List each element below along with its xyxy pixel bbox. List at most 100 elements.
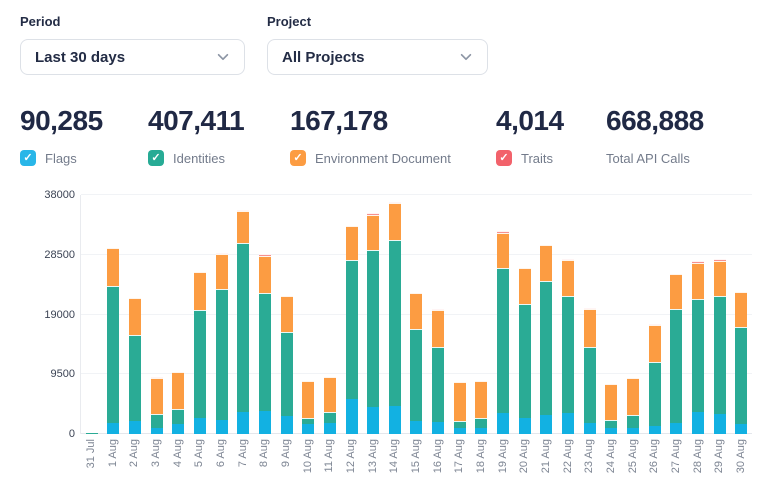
x-label-cell: 14 Aug (383, 434, 405, 480)
bar-slot (514, 195, 536, 434)
stat-label: Identities (173, 151, 225, 166)
period-select[interactable]: Last 30 days (20, 39, 245, 75)
x-label-cell: 17 Aug (449, 434, 471, 480)
stacked-bar[interactable] (454, 382, 466, 434)
bar-segment-environment-document (649, 325, 661, 363)
x-tick-label: 27 Aug (670, 439, 682, 473)
stacked-bar[interactable] (86, 433, 98, 434)
stacked-bar[interactable] (475, 381, 487, 434)
bar-segment-identities (259, 293, 271, 411)
series-checkbox[interactable]: ✓ (496, 150, 512, 166)
bar-segment-environment-document (216, 254, 228, 289)
bar-segment-flags (714, 414, 726, 434)
stacked-bar[interactable] (627, 378, 639, 434)
stacked-bar[interactable] (281, 296, 293, 434)
bar-segment-identities (389, 240, 401, 407)
bar-segment-flags (519, 418, 531, 434)
bar-slot (211, 195, 233, 434)
x-tick-label: 3 Aug (150, 439, 162, 467)
usage-dashboard: Period Last 30 days Project All Projects… (0, 0, 780, 480)
bar-segment-identities (410, 329, 422, 421)
stacked-bar[interactable] (346, 226, 358, 434)
stacked-bar[interactable] (605, 384, 617, 434)
x-label-cell: 7 Aug (232, 434, 254, 480)
stacked-bar[interactable] (367, 213, 379, 434)
stat-card: 167,178✓Environment Document (290, 105, 496, 167)
stacked-bar[interactable] (151, 377, 163, 434)
bar-segment-environment-document (302, 381, 314, 418)
stacked-bar[interactable] (302, 381, 314, 434)
stacked-bar[interactable] (497, 231, 509, 434)
stacked-bar[interactable] (432, 309, 444, 434)
bar-segment-environment-document (584, 309, 596, 347)
x-tick-label: 14 Aug (388, 439, 400, 473)
x-tick-label: 22 Aug (562, 439, 574, 473)
stacked-bar[interactable] (649, 324, 661, 434)
x-tick-label: 29 Aug (713, 439, 725, 473)
x-tick-label: 5 Aug (193, 439, 205, 467)
bar-slot (427, 195, 449, 434)
check-icon: ✓ (23, 153, 32, 164)
x-label-cell: 10 Aug (297, 434, 319, 480)
stats-row: 90,285✓Flags407,411✓Identities167,178✓En… (20, 105, 780, 167)
bar-segment-flags (107, 423, 119, 434)
x-tick-label: 10 Aug (302, 439, 314, 473)
bar-segment-flags (627, 428, 639, 434)
x-label-cell: 5 Aug (188, 434, 210, 480)
stacked-bar[interactable] (107, 248, 119, 434)
project-select[interactable]: All Projects (267, 39, 488, 75)
stacked-bar[interactable] (216, 253, 228, 434)
series-checkbox[interactable]: ✓ (20, 150, 36, 166)
bar-segment-environment-document (454, 382, 466, 420)
stacked-bar[interactable] (540, 245, 552, 434)
bar-segment-flags (432, 422, 444, 434)
period-filter: Period Last 30 days (20, 14, 245, 75)
bar-segment-environment-document (714, 261, 726, 296)
stacked-bar[interactable] (584, 308, 596, 434)
bar-segment-environment-document (237, 211, 249, 243)
x-label-cell: 11 Aug (318, 434, 340, 480)
period-select-value: Last 30 days (35, 49, 125, 66)
stacked-bar[interactable] (237, 210, 249, 434)
bar-segment-identities (584, 347, 596, 423)
bar-slot (579, 195, 601, 434)
stacked-bar[interactable] (389, 202, 401, 434)
bar-slot (536, 195, 558, 434)
x-label-cell: 4 Aug (167, 434, 189, 480)
stat-label: Environment Document (315, 151, 451, 166)
bar-segment-identities (562, 296, 574, 413)
series-checkbox[interactable]: ✓ (290, 150, 306, 166)
bar-segment-identities (540, 281, 552, 416)
bar-segment-flags (129, 421, 141, 434)
x-label-cell: 20 Aug (514, 434, 536, 480)
stacked-bar[interactable] (259, 254, 271, 434)
x-tick-label: 26 Aug (648, 439, 660, 473)
bar-slot (406, 195, 428, 434)
bar-segment-identities (172, 409, 184, 424)
bar-segment-environment-document (562, 260, 574, 296)
x-label-cell: 15 Aug (405, 434, 427, 480)
stacked-bar[interactable] (714, 259, 726, 434)
stacked-bar[interactable] (194, 272, 206, 434)
stacked-bar[interactable] (129, 298, 141, 434)
stacked-bar[interactable] (410, 293, 422, 434)
bar-segment-flags (237, 412, 249, 434)
stacked-bar[interactable] (670, 274, 682, 434)
stacked-bar[interactable] (324, 377, 336, 434)
project-filter: Project All Projects (267, 14, 488, 75)
stacked-bar[interactable] (735, 292, 747, 434)
bar-segment-environment-document (107, 248, 119, 285)
series-checkbox[interactable]: ✓ (148, 150, 164, 166)
x-label-cell: 19 Aug (492, 434, 514, 480)
stacked-bar[interactable] (562, 259, 574, 434)
bar-slot (687, 195, 709, 434)
stat-legend: ✓Flags (20, 149, 148, 167)
bar-slot (189, 195, 211, 434)
bar-segment-identities (432, 347, 444, 422)
bar-slot (730, 195, 752, 434)
bar-segment-identities (216, 289, 228, 420)
stacked-bar[interactable] (172, 372, 184, 434)
bar-slot (341, 195, 363, 434)
stacked-bar[interactable] (519, 268, 531, 434)
stacked-bar[interactable] (692, 261, 704, 434)
